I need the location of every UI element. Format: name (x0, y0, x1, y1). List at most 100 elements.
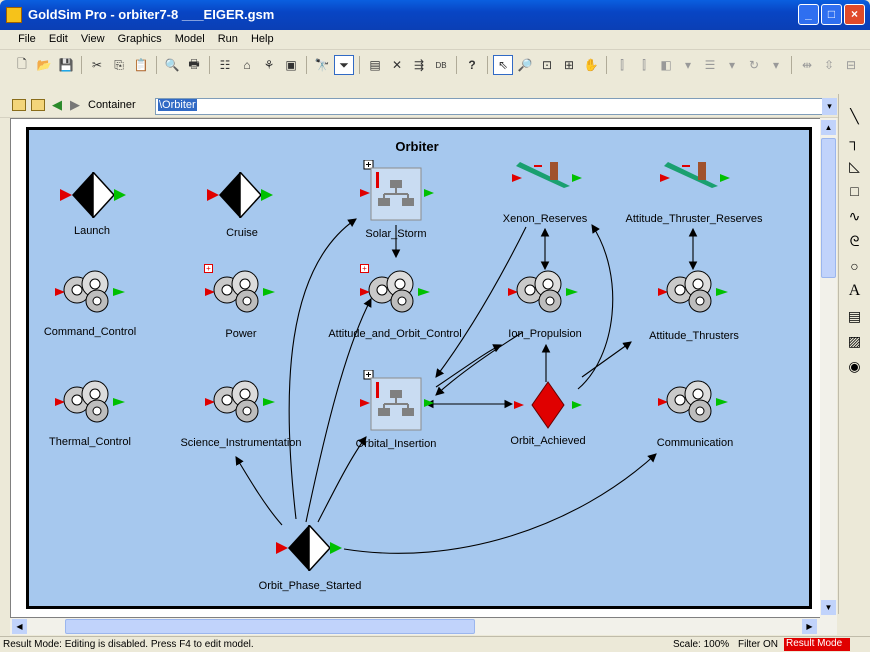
rotate-icon[interactable]: ↻ (744, 55, 764, 75)
pan-hand-icon[interactable]: ✋ (581, 55, 601, 75)
orbit-achieved-label: Orbit_Achieved (510, 435, 586, 447)
status-bar: Result Mode: Editing is disabled. Press … (0, 636, 870, 652)
menu-view[interactable]: View (76, 30, 110, 48)
polyline-tool-icon[interactable]: ◺ (843, 155, 867, 177)
new-icon[interactable]: 🗋 (12, 55, 32, 75)
browser-icon[interactable]: ☷ (215, 55, 235, 75)
paste-icon[interactable]: 📋 (131, 55, 151, 75)
distribute-icon[interactable]: ☰ (700, 55, 720, 75)
properties-icon[interactable]: ▤ (365, 55, 385, 75)
science-instrumentation-label: Science_Instrumentation (180, 437, 302, 449)
orbit-phase-started-label: Orbit_Phase_Started (258, 580, 362, 592)
scroll-right-button[interactable]: ▶ (802, 619, 817, 634)
database-icon[interactable]: DB (431, 55, 451, 75)
power-expand-icon[interactable]: + (204, 264, 213, 273)
scroll-left-button[interactable]: ◀ (12, 619, 27, 634)
ion-propulsion-gears-icon[interactable] (508, 268, 580, 314)
open-icon[interactable]: 📂 (34, 55, 54, 75)
help-icon[interactable]: ? (462, 55, 482, 75)
path-dropdown-button[interactable]: ▾ (822, 98, 837, 115)
orbital-insertion-container-icon[interactable] (360, 370, 434, 434)
rotate-dropdown-icon[interactable]: ▾ (766, 55, 786, 75)
zoom-icon[interactable]: 🔎 (515, 55, 535, 75)
save-icon[interactable]: 💾 (56, 55, 76, 75)
hyperlink-tool-icon[interactable]: ◉ (843, 355, 867, 377)
image-tool-icon[interactable]: ▨ (843, 330, 867, 352)
toolbar-separator (209, 56, 210, 74)
print-preview-icon[interactable]: 🔍 (162, 55, 182, 75)
link-icon[interactable]: ⇶ (409, 55, 429, 75)
thermal-control-gears-icon[interactable] (55, 378, 127, 424)
result-mode-badge: Result Mode (784, 638, 850, 651)
close-button[interactable]: × (844, 4, 865, 25)
find-icon[interactable]: 🔭 (312, 55, 332, 75)
power-gears-icon[interactable] (205, 268, 277, 314)
scroll-up-button[interactable]: ▲ (821, 120, 836, 135)
attitude-thruster-reserves-reservoir-icon[interactable] (660, 156, 732, 192)
maximize-button[interactable]: □ (821, 4, 842, 25)
run-settings-icon[interactable]: ✕ (387, 55, 407, 75)
launch-label: Launch (73, 225, 111, 237)
minimize-button[interactable]: _ (798, 4, 819, 25)
toolbar-separator (156, 56, 157, 74)
order-dropdown-icon[interactable]: ▾ (678, 55, 698, 75)
fit-icon[interactable]: ⊞ (559, 55, 579, 75)
same-size-icon[interactable]: ⊟ (841, 55, 861, 75)
menu-run[interactable]: Run (213, 30, 243, 48)
home-icon[interactable]: ⌂ (237, 55, 257, 75)
scroll-down-button[interactable]: ▼ (821, 600, 836, 615)
freeform-tool-icon[interactable]: ᘓ (843, 230, 867, 252)
aoc-expand-icon[interactable]: + (360, 264, 369, 273)
root-folder-icon[interactable] (31, 99, 45, 111)
menu-edit[interactable]: Edit (44, 30, 73, 48)
rectangle-tool-icon[interactable]: □ (843, 180, 867, 202)
same-height-icon[interactable]: ⇳ (819, 55, 839, 75)
bring-front-icon[interactable]: ◧ (656, 55, 676, 75)
back-arrow-icon[interactable]: ◀ (52, 97, 62, 113)
menu-model[interactable]: Model (170, 30, 210, 48)
forward-arrow-icon[interactable]: ▶ (70, 97, 80, 113)
align-left-icon[interactable]: ⫿ (612, 55, 632, 75)
status-message: Result Mode: Editing is disabled. Press … (3, 639, 254, 650)
orbit-phase-started-event-icon[interactable] (276, 525, 342, 571)
science-instrumentation-gears-icon[interactable] (205, 378, 277, 424)
horizontal-scrollbar[interactable]: ◀ ▶ (10, 618, 837, 635)
solar-storm-container-icon[interactable] (360, 160, 434, 224)
curve-tool-icon[interactable]: ∿ (843, 205, 867, 227)
communication-gears-icon[interactable] (658, 378, 730, 424)
elbow-line-tool-icon[interactable]: ┐ (843, 130, 867, 152)
container-path-field[interactable]: \Orbiter (155, 98, 835, 115)
ellipse-tool-icon[interactable]: ○ (843, 255, 867, 277)
align-center-icon[interactable]: ⫿ (634, 55, 654, 75)
xenon-reserves-reservoir-icon[interactable] (512, 156, 584, 192)
text-tool-icon[interactable]: A (843, 280, 867, 302)
distribute-dropdown-icon[interactable]: ▾ (722, 55, 742, 75)
line-tool-icon[interactable]: ╲ (843, 105, 867, 127)
select-pointer-icon[interactable]: ⇖ (493, 55, 513, 75)
filter-icon[interactable]: ⏷ (334, 55, 354, 75)
attitude-thrusters-gears-icon[interactable] (658, 268, 730, 314)
launch-event-icon[interactable] (60, 172, 126, 218)
zoom-box-icon[interactable]: ⊡ (537, 55, 557, 75)
horizontal-scroll-thumb[interactable] (65, 619, 475, 634)
graph-icon[interactable]: ⚘ (259, 55, 279, 75)
command-control-gears-icon[interactable] (55, 268, 127, 314)
menu-file[interactable]: File (13, 30, 41, 48)
print-icon[interactable]: 🖶 (184, 55, 204, 75)
menu-graphics[interactable]: Graphics (113, 30, 167, 48)
cruise-event-icon[interactable] (207, 172, 273, 218)
toolbar-separator (359, 56, 360, 74)
cut-icon[interactable]: ✂ (87, 55, 107, 75)
attitude-orbit-control-gears-icon[interactable] (360, 268, 432, 314)
container-path-text: \Orbiter (158, 99, 197, 111)
menu-help[interactable]: Help (246, 30, 279, 48)
vertical-scrollbar[interactable]: ▲ ▼ (820, 118, 837, 618)
vertical-scroll-thumb[interactable] (821, 138, 836, 278)
parent-folder-icon[interactable] (12, 99, 26, 111)
copy-icon[interactable]: ⎘ (109, 55, 129, 75)
same-width-icon[interactable]: ⇹ (797, 55, 817, 75)
orbit-achieved-milestone-icon[interactable] (514, 380, 582, 430)
note-tool-icon[interactable]: ▤ (843, 305, 867, 327)
window-icon[interactable]: ▣ (281, 55, 301, 75)
ion-propulsion-label: Ion_Propulsion (508, 328, 582, 340)
